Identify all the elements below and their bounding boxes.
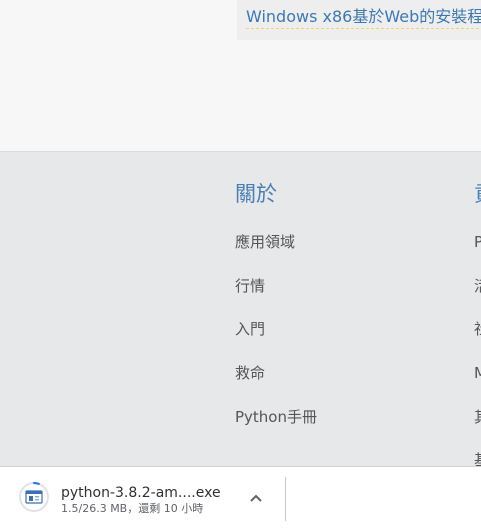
content-area: Windows x86基於Web的安裝程式 <box>0 0 481 152</box>
browser-page: Windows x86基於Web的安裝程式 關於 應用領域 行情 入門 救命 P… <box>0 0 481 529</box>
footer-heading-next[interactable]: 貢 <box>474 182 481 206</box>
site-footer: 關於 應用領域 行情 入門 救命 Python手冊 貢 P 活 社 M 其 基 <box>0 152 481 469</box>
footer-link-quotes[interactable]: 行情 <box>235 276 265 296</box>
footer-link-python-brochure[interactable]: Python手冊 <box>235 407 317 427</box>
footer-link-next-2[interactable]: 活 <box>474 276 481 296</box>
footer-link-next-5[interactable]: 其 <box>474 407 481 427</box>
footer-link-next-1[interactable]: P <box>474 232 481 252</box>
windows-x86-web-installer-link[interactable]: Windows x86基於Web的安裝程式 <box>246 7 481 29</box>
download-item-icon[interactable] <box>18 481 50 513</box>
installer-file-icon <box>19 482 49 512</box>
download-shelf-divider <box>285 477 286 521</box>
download-progress-ring <box>33 482 40 485</box>
download-filename[interactable]: python-3.8.2-am....exe <box>61 484 221 502</box>
download-shelf: python-3.8.2-am....exe 1.5/26.3 MB，還剩 10… <box>0 466 481 529</box>
footer-link-next-3[interactable]: 社 <box>474 319 481 339</box>
download-options-button[interactable] <box>244 487 268 511</box>
footer-link-help[interactable]: 救命 <box>235 363 265 383</box>
chevron-up-icon <box>250 494 262 502</box>
footer-link-next-4[interactable]: M <box>474 363 481 383</box>
footer-heading-about[interactable]: 關於 <box>235 182 277 206</box>
footer-link-getting-started[interactable]: 入門 <box>235 319 265 339</box>
download-status: 1.5/26.3 MB，還剩 10 小時 <box>61 502 204 515</box>
footer-link-applications[interactable]: 應用領域 <box>235 232 295 252</box>
